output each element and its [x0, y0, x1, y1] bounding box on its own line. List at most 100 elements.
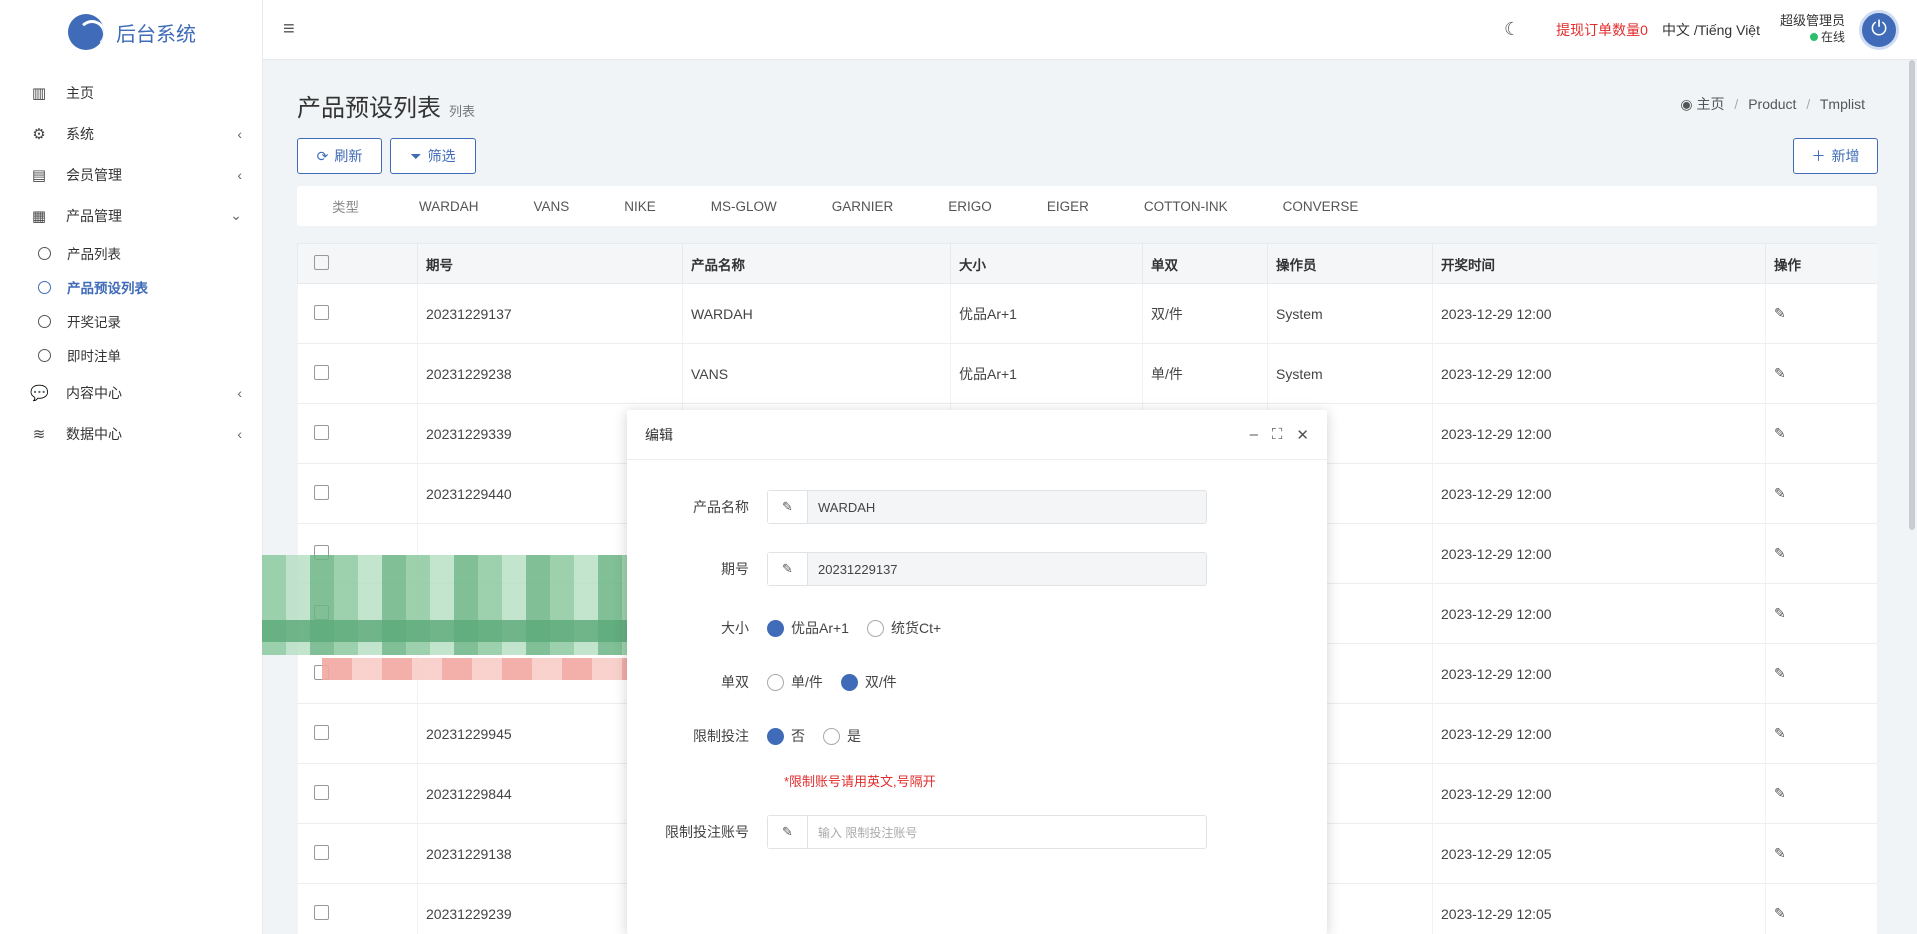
edit-icon[interactable]: ✎ [1774, 665, 1786, 681]
sidebar-subitem-draw-records[interactable]: 开奖记录 [0, 304, 262, 338]
account-input[interactable]: ✎ 输入 限制投注账号 [767, 815, 1207, 849]
logo[interactable]: 后台系统 [0, 0, 262, 64]
limit-no-option[interactable]: 否 [767, 726, 805, 746]
filter-wardah[interactable]: WARDAH [419, 199, 479, 214]
column-size[interactable]: 大小 [950, 243, 1143, 284]
row-checkbox[interactable] [314, 844, 329, 860]
sidebar-subitem-preset-list[interactable]: 产品预设列表 [0, 270, 262, 304]
filter-erigo[interactable]: ERIGO [948, 199, 992, 214]
row-checkbox[interactable] [314, 424, 329, 440]
sidebar-subitem-product-list[interactable]: 产品列表 [0, 236, 262, 270]
sidebar-item-content[interactable]: 💬 内容中心 ‹ [0, 372, 262, 413]
filter-vans[interactable]: VANS [534, 199, 570, 214]
column-draw-time[interactable]: 开奖时间 [1432, 243, 1766, 284]
filter-nike[interactable]: NIKE [624, 199, 656, 214]
edit-icon[interactable]: ✎ [1774, 905, 1786, 921]
sidebar-item-home[interactable]: ▥ 主页 [0, 72, 262, 113]
row-checkbox[interactable] [314, 304, 329, 320]
radio-unchecked-icon [767, 673, 784, 691]
refresh-button[interactable]: ⟳ 刷新 [297, 138, 382, 174]
chevron-left-icon: ‹ [237, 125, 242, 142]
avatar[interactable]: ⏻ [1859, 9, 1899, 50]
even-option[interactable]: 双/件 [840, 672, 897, 692]
filter-label: 筛选 [427, 148, 456, 164]
actions-cell: ✎ [1765, 763, 1877, 824]
column-actions: 操作 [1765, 243, 1877, 284]
select-all-checkbox[interactable] [314, 254, 329, 270]
edit-icon[interactable]: ✎ [1774, 845, 1786, 861]
size-cell: 优品Ar+1 [950, 283, 1143, 344]
sidebar-item-products[interactable]: ▦ 产品管理 ⌄ [0, 195, 262, 236]
edit-icon[interactable]: ✎ [1774, 425, 1786, 441]
close-icon[interactable]: ✕ [1296, 426, 1309, 444]
form-row-product: 产品名称 ✎ WARDAH [627, 490, 1207, 524]
sidebar-item-members[interactable]: ▤ 会员管理 ‹ [0, 154, 262, 195]
pencil-icon: ✎ [768, 491, 808, 523]
filter-ms-glow[interactable]: MS-GLOW [711, 199, 777, 214]
operator-cell: System [1267, 283, 1433, 344]
minimize-icon[interactable]: – [1250, 426, 1258, 444]
column-issue[interactable]: 期号 [417, 243, 683, 284]
sidebar-item-data[interactable]: ≋ 数据中心 ‹ [0, 413, 262, 454]
odd-even-cell: 双/件 [1142, 283, 1268, 344]
edit-icon[interactable]: ✎ [1774, 725, 1786, 741]
sidebar-item-system[interactable]: ⚙ 系统 ‹ [0, 113, 262, 154]
row-checkbox[interactable] [314, 364, 329, 380]
actions-cell: ✎ [1765, 523, 1877, 584]
column-odd-even[interactable]: 单双 [1142, 243, 1268, 284]
breadcrumb-product[interactable]: Product [1748, 96, 1796, 112]
actions-cell: ✎ [1765, 403, 1877, 464]
product-field[interactable]: ✎ WARDAH [767, 490, 1207, 524]
checkbox-cell [297, 763, 418, 824]
admin-info[interactable]: 超级管理员 在线 [1780, 13, 1845, 45]
row-checkbox[interactable] [314, 724, 329, 740]
add-button[interactable]: ＋ 新增 [1793, 138, 1878, 174]
actions-cell: ✎ [1765, 643, 1877, 704]
edit-icon[interactable]: ✎ [1774, 545, 1786, 561]
logo-icon [68, 14, 104, 50]
draw-time-cell: 2023-12-29 12:00 [1432, 403, 1766, 464]
draw-time-cell: 2023-12-29 12:00 [1432, 763, 1766, 824]
menu-toggle-icon[interactable]: ≡ [283, 18, 295, 41]
checkbox-cell [297, 403, 418, 464]
filter-eiger[interactable]: EIGER [1047, 199, 1089, 214]
filter-button[interactable]: ⏷ 筛选 [390, 138, 476, 174]
sidebar-item-label: 数据中心 [66, 425, 122, 442]
table-row: 20231229137 WARDAH 优品Ar+1 双/件 System 2023-12-… [297, 283, 1877, 344]
size-option-premium[interactable]: 优品Ar+1 [767, 618, 849, 638]
limit-no-label: 否 [791, 728, 805, 744]
row-checkbox[interactable] [314, 784, 329, 800]
filter-converse[interactable]: CONVERSE [1283, 199, 1359, 214]
limit-yes-label: 是 [847, 728, 861, 744]
page-subtitle: 列表 [449, 104, 476, 119]
row-checkbox[interactable] [314, 904, 329, 920]
filter-cotton-ink[interactable]: COTTON-INK [1144, 199, 1228, 214]
sidebar-item-label: 产品管理 [66, 207, 122, 224]
sidebar-subitem-live-orders[interactable]: 即时注单 [0, 338, 262, 372]
size-option-standard[interactable]: 统货Ct+ [866, 618, 941, 638]
edit-icon[interactable]: ✎ [1774, 605, 1786, 621]
filter-garnier[interactable]: GARNIER [832, 199, 894, 214]
edit-icon[interactable]: ✎ [1774, 365, 1786, 381]
circle-icon [38, 246, 51, 260]
edit-icon[interactable]: ✎ [1774, 305, 1786, 321]
column-product[interactable]: 产品名称 [682, 243, 951, 284]
language-switch[interactable]: 中文 /Tiếng Việt [1662, 20, 1760, 40]
size-cell: 优品Ar+1 [950, 343, 1143, 404]
plus-icon: ＋ [1811, 148, 1826, 164]
limit-yes-option[interactable]: 是 [823, 726, 861, 746]
edit-icon[interactable]: ✎ [1774, 485, 1786, 501]
page-scrollbar[interactable] [1909, 60, 1915, 530]
breadcrumb-home[interactable]: 主页 [1697, 96, 1725, 112]
edit-icon[interactable]: ✎ [1774, 785, 1786, 801]
database-icon: ≋ [32, 425, 46, 443]
column-operator[interactable]: 操作员 [1267, 243, 1433, 284]
issue-field[interactable]: ✎ 20231229137 [767, 552, 1207, 586]
dark-mode-icon[interactable]: ☾ [1504, 19, 1520, 40]
withdraw-orders-link[interactable]: 提现订单数量0 [1556, 20, 1648, 40]
row-checkbox[interactable] [314, 484, 329, 500]
radio-checked-icon [840, 673, 858, 691]
maximize-icon[interactable]: ⛶ [1272, 426, 1283, 444]
odd-option[interactable]: 单/件 [767, 672, 823, 692]
checkbox-cell [297, 463, 418, 524]
